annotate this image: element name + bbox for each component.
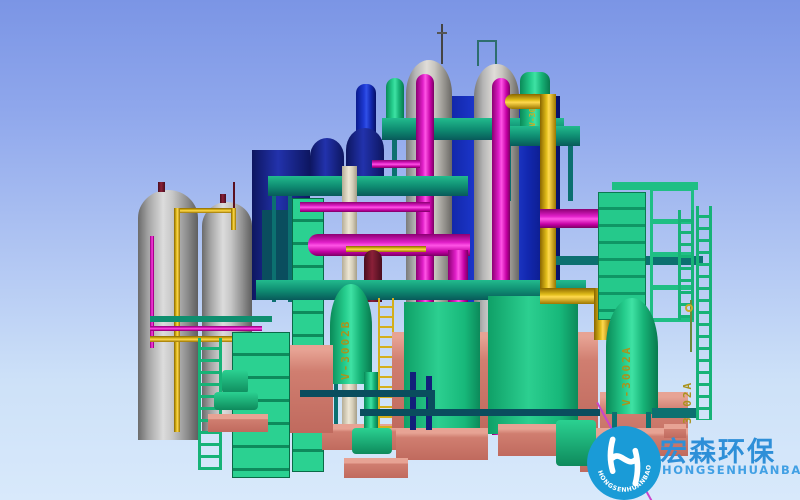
tank-top-valve bbox=[158, 182, 165, 192]
dark-pipe bbox=[233, 182, 235, 210]
magenta-pipe-thin bbox=[150, 236, 154, 348]
tank-top-valve bbox=[220, 194, 226, 203]
blue-pipe-thin bbox=[410, 372, 416, 430]
plinth-1 bbox=[396, 428, 488, 460]
vessel-v3002a-tag: V-3002A bbox=[621, 306, 632, 406]
magenta-pipe-upper bbox=[300, 202, 430, 212]
lightning-rod-tick bbox=[437, 32, 447, 34]
pump-pad bbox=[208, 414, 268, 432]
storage-tank-left-1 bbox=[138, 190, 198, 440]
yellow-pipe-drop bbox=[540, 94, 556, 300]
company-name-en: HONGSENHUANBAO bbox=[662, 463, 800, 477]
vessel-v3002b-tag: V-3002B bbox=[340, 292, 351, 380]
mid-deck bbox=[268, 176, 468, 196]
magenta-pipe-run bbox=[150, 326, 262, 331]
model-viewport[interactable]: V-3001A V-3002B bbox=[0, 0, 800, 500]
pump-mid-body bbox=[352, 428, 392, 454]
hongsen-logo-icon: HONGSENHUANBAO bbox=[585, 424, 663, 500]
green-pipe-run bbox=[150, 316, 272, 322]
yellow-pipe-mid bbox=[346, 246, 426, 252]
teal-pipe-corner bbox=[652, 408, 696, 418]
ground-pipe bbox=[360, 409, 600, 416]
yellow-pipe-stub bbox=[231, 208, 236, 230]
magenta-header-pipe bbox=[308, 234, 470, 256]
pump-pad bbox=[344, 458, 408, 478]
far-right-ladder bbox=[696, 206, 712, 420]
pump-left-body bbox=[222, 370, 248, 394]
magenta-stub-pipe bbox=[540, 209, 606, 228]
lightning-rod bbox=[441, 24, 443, 64]
yellow-overpipe bbox=[174, 208, 236, 213]
leader-balloon bbox=[685, 304, 693, 312]
platform-leg bbox=[568, 146, 573, 201]
vent-loop bbox=[477, 40, 497, 66]
ground-pipe bbox=[300, 390, 432, 397]
magenta-elbow bbox=[372, 160, 420, 168]
pump-left-base bbox=[214, 392, 258, 410]
green-funnel bbox=[364, 372, 378, 430]
